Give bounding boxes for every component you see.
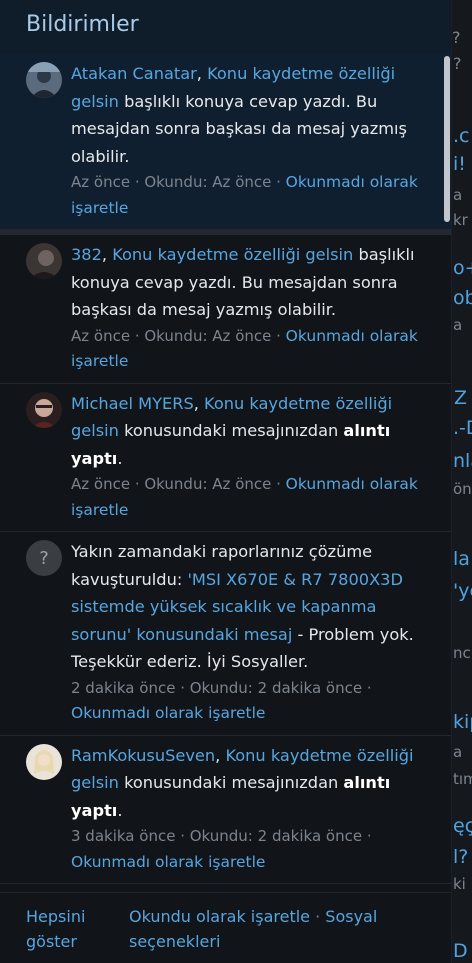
read-time: Az önce (212, 326, 272, 345)
bg-fragment: ? (452, 28, 461, 47)
message-text: konusundaki mesajınızdan (118, 421, 344, 440)
mark-all-read-link[interactable]: Okundu olarak işaretle (129, 907, 310, 926)
bg-fragment: a (453, 743, 463, 761)
username-link[interactable]: 382 (71, 245, 102, 264)
read-label: Okundu: (189, 678, 253, 697)
panel-header: Bildirimler (0, 0, 451, 54)
bg-fragment: .c (453, 125, 470, 147)
username-link[interactable]: RamKokusuSeven (71, 746, 215, 765)
notification-item[interactable]: Atakan Canatar, Konu kaydetme özelliği g… (0, 54, 451, 235)
bg-fragment: kr (453, 211, 468, 229)
separator-text: , (101, 245, 113, 264)
message-text: başlıklı konuya cevap yazdı. Bu mesajdan… (71, 91, 407, 166)
read-label: Okundu: (144, 173, 208, 191)
background-page: ? ? .c i! a kr o+ ob a Z .-D nla ön la '… (450, 0, 472, 963)
notification-content: Michael MYERS, Konu kaydetme özelliği ge… (71, 390, 432, 532)
bg-fragment: ön (453, 480, 472, 498)
question-icon: ? (26, 540, 62, 576)
notification-content: 382, Konu kaydetme özelliği gelsin başlı… (71, 241, 432, 383)
thread-link[interactable]: Konu kaydetme özelliği gelsin (112, 245, 353, 264)
panel-title: Bildirimler (26, 12, 139, 37)
scrollbar-thumb[interactable] (444, 56, 450, 222)
username-link[interactable]: Atakan Canatar (71, 64, 197, 83)
read-time: 2 dakika önce (257, 678, 363, 697)
bg-fragment: ob (453, 287, 472, 309)
bg-fragment: nla (453, 450, 472, 472)
time: Az önce (71, 326, 131, 345)
read-time: Az önce (212, 475, 272, 493)
show-all-link[interactable]: Hepsini göster (26, 907, 85, 951)
notification-meta: Az önce · Okundu: Az önce · Okunmadı ola… (71, 326, 418, 371)
time: 2 dakika önce (71, 678, 176, 697)
mark-unread-link[interactable]: Okunmadı olarak işaretle (71, 704, 265, 722)
notification-meta: Az önce · Okundu: Az önce · Okunmadı ola… (71, 173, 418, 217)
notification-content: Yakın zamandaki raporlarınız çözüme kavu… (71, 538, 432, 735)
message-text: konusundaki mesajınızdan (118, 773, 344, 792)
notification-text: RamKokusuSeven, Konu kaydetme özelliği g… (71, 742, 432, 825)
notification-item[interactable]: Michael MYERS, Konu kaydetme özelliği ge… (0, 383, 451, 532)
question-glyph: ? (39, 547, 49, 569)
separator-text: , (193, 393, 205, 413)
avatar[interactable] (26, 62, 62, 98)
bg-fragment: a (453, 186, 463, 204)
read-time: 2 dakika önce (257, 827, 363, 845)
notification-text: Atakan Canatar, Konu kaydetme özelliği g… (71, 60, 432, 170)
bg-fragment: ki (453, 875, 466, 893)
read-time: Az önce (212, 173, 272, 191)
avatar[interactable] (26, 243, 62, 279)
notification-list: Atakan Canatar, Konu kaydetme özelliği g… (0, 54, 451, 892)
notification-item-partial[interactable] (0, 884, 451, 892)
footer-left: Hepsini göster (26, 904, 129, 963)
time: 3 dakika önce (71, 827, 176, 845)
bg-fragment: a (453, 316, 463, 334)
notification-meta: 2 dakika önce · Okundu: 2 dakika önce · … (71, 678, 372, 723)
bg-fragment: nc (453, 644, 471, 662)
notification-content: RamKokusuSeven, Konu kaydetme özelliği g… (71, 742, 432, 884)
time: Az önce (71, 475, 131, 493)
read-label: Okundu: (189, 827, 253, 845)
footer-separator: · (310, 907, 326, 926)
bg-fragment: tım (453, 770, 472, 788)
bg-fragment: D (453, 940, 468, 962)
bg-fragment: 'ye (453, 580, 472, 602)
mark-unread-link[interactable]: Okunmadı olarak işaretle (71, 853, 265, 871)
notification-text: Yakın zamandaki raporlarınız çözüme kavu… (71, 538, 432, 676)
avatar[interactable] (26, 391, 62, 428)
notification-text: 382, Konu kaydetme özelliği gelsin başlı… (71, 241, 432, 324)
bg-fragment: Z (454, 387, 468, 409)
bg-fragment: l? (453, 846, 469, 868)
notification-meta: Az önce · Okundu: Az önce · Okunmadı ola… (71, 475, 418, 519)
bg-fragment: la (453, 548, 470, 570)
time: Az önce (71, 173, 131, 191)
notification-item[interactable]: RamKokusuSeven, Konu kaydetme özelliği g… (0, 735, 451, 884)
notifications-panel: Bildirimler Atakan Canatar, Konu kaydetm… (0, 0, 452, 963)
bg-fragment: ? (453, 54, 462, 73)
bg-fragment: o+ (453, 257, 472, 279)
separator-text: , (196, 64, 208, 83)
bg-fragment: i! (453, 153, 466, 175)
notification-text: Michael MYERS, Konu kaydetme özelliği ge… (71, 390, 432, 473)
avatar[interactable] (26, 743, 62, 780)
read-label: Okundu: (144, 326, 208, 345)
read-label: Okundu: (144, 475, 208, 493)
notification-item[interactable]: 382, Konu kaydetme özelliği gelsin başlı… (0, 235, 451, 384)
end-punctuation: . (117, 800, 123, 820)
panel-footer: Hepsini göster Okundu olarak işaretle · … (0, 892, 451, 963)
bg-fragment: .-D (453, 417, 472, 439)
bg-fragment: ęç (453, 815, 472, 837)
notification-meta: 3 dakika önce · Okundu: 2 dakika önce · … (71, 827, 372, 871)
footer-right: Okundu olarak işaretle · Sosyal seçenekl… (129, 904, 429, 963)
end-punctuation: . (117, 448, 123, 468)
username-link[interactable]: Michael MYERS (71, 394, 194, 413)
notification-content: Atakan Canatar, Konu kaydetme özelliği g… (71, 60, 432, 229)
separator-text: , (215, 745, 226, 765)
notification-item[interactable]: ? Yakın zamandaki raporlarınız çözüme ka… (0, 532, 451, 736)
bg-fragment: kip (453, 711, 472, 733)
